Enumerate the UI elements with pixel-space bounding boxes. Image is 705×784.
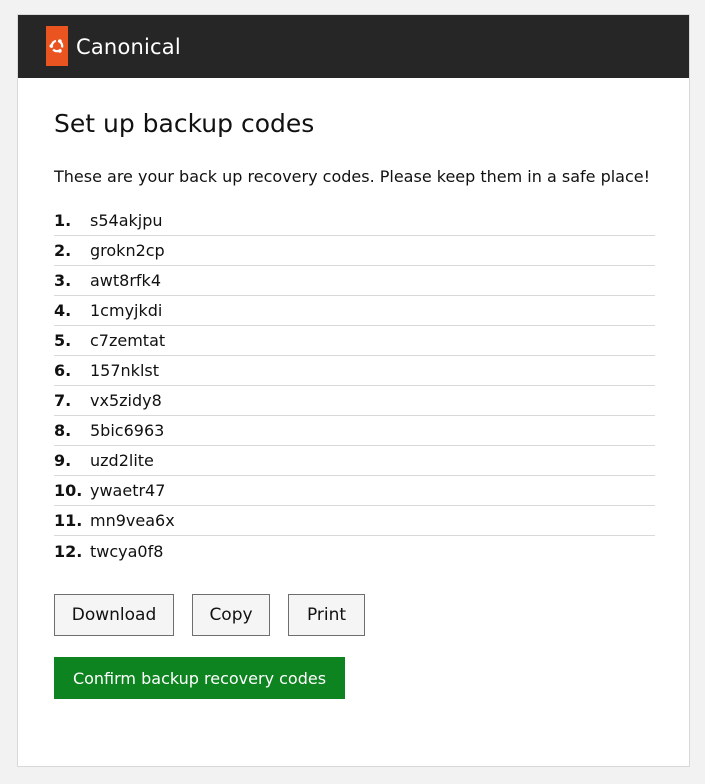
list-item: 2. grokn2cp bbox=[54, 236, 655, 266]
backup-code: awt8rfk4 bbox=[90, 271, 161, 290]
intro-text: These are your back up recovery codes. P… bbox=[54, 167, 651, 186]
backup-codes-list: 1. s54akjpu 2. grokn2cp 3. awt8rfk4 4. 1cmyj… bbox=[54, 206, 655, 566]
code-number: 6. bbox=[54, 361, 72, 380]
list-item: 6. 157nklst bbox=[54, 356, 655, 386]
code-number: 12. bbox=[54, 541, 83, 561]
code-number: 1. bbox=[54, 211, 72, 230]
confirm-backup-codes-button[interactable]: Confirm backup recovery codes bbox=[54, 657, 345, 699]
code-number: 4. bbox=[54, 301, 72, 320]
backup-code: uzd2lite bbox=[90, 451, 154, 470]
backup-code: 1cmyjkdi bbox=[90, 301, 163, 320]
list-item: 10. ywaetr47 bbox=[54, 476, 655, 506]
code-number: 3. bbox=[54, 271, 72, 290]
page-title: Set up backup codes bbox=[54, 109, 315, 138]
backup-code: grokn2cp bbox=[90, 241, 165, 260]
header-bar: Canonical bbox=[18, 15, 689, 78]
page-content: Set up backup codes These are your back … bbox=[18, 108, 689, 699]
backup-code: 157nklst bbox=[90, 361, 159, 380]
list-item: 3. awt8rfk4 bbox=[54, 266, 655, 296]
backup-code: ywaetr47 bbox=[90, 481, 166, 500]
list-item: 1. s54akjpu bbox=[54, 206, 655, 236]
code-number: 11. bbox=[54, 511, 83, 530]
print-button[interactable]: Print bbox=[288, 594, 365, 636]
backup-code: 5bic6963 bbox=[90, 421, 165, 440]
backup-code: c7zemtat bbox=[90, 331, 166, 350]
download-button[interactable]: Download bbox=[54, 594, 174, 636]
backup-code: mn9vea6x bbox=[90, 511, 175, 530]
brand-name: Canonical bbox=[76, 34, 181, 59]
list-item: 8. 5bic6963 bbox=[54, 416, 655, 446]
backup-code: vx5zidy8 bbox=[90, 391, 162, 410]
list-item: 11. mn9vea6x bbox=[54, 506, 655, 536]
code-number: 7. bbox=[54, 391, 72, 410]
backup-code: s54akjpu bbox=[90, 211, 163, 230]
code-actions: Download Copy Print bbox=[54, 594, 653, 636]
canonical-logo bbox=[46, 25, 68, 66]
backup-code: twcya0f8 bbox=[90, 541, 164, 561]
main-card: Canonical Set up backup codes These are … bbox=[17, 14, 690, 767]
list-item: 12. twcya0f8 bbox=[54, 536, 655, 566]
code-number: 2. bbox=[54, 241, 72, 260]
copy-button[interactable]: Copy bbox=[192, 594, 270, 636]
list-item: 4. 1cmyjkdi bbox=[54, 296, 655, 326]
code-number: 9. bbox=[54, 451, 72, 470]
code-number: 8. bbox=[54, 421, 72, 440]
list-item: 7. vx5zidy8 bbox=[54, 386, 655, 416]
code-number: 5. bbox=[54, 331, 72, 350]
canonical-circle-of-friends-icon bbox=[49, 38, 64, 53]
code-number: 10. bbox=[54, 481, 83, 500]
list-item: 9. uzd2lite bbox=[54, 446, 655, 476]
list-item: 5. c7zemtat bbox=[54, 326, 655, 356]
